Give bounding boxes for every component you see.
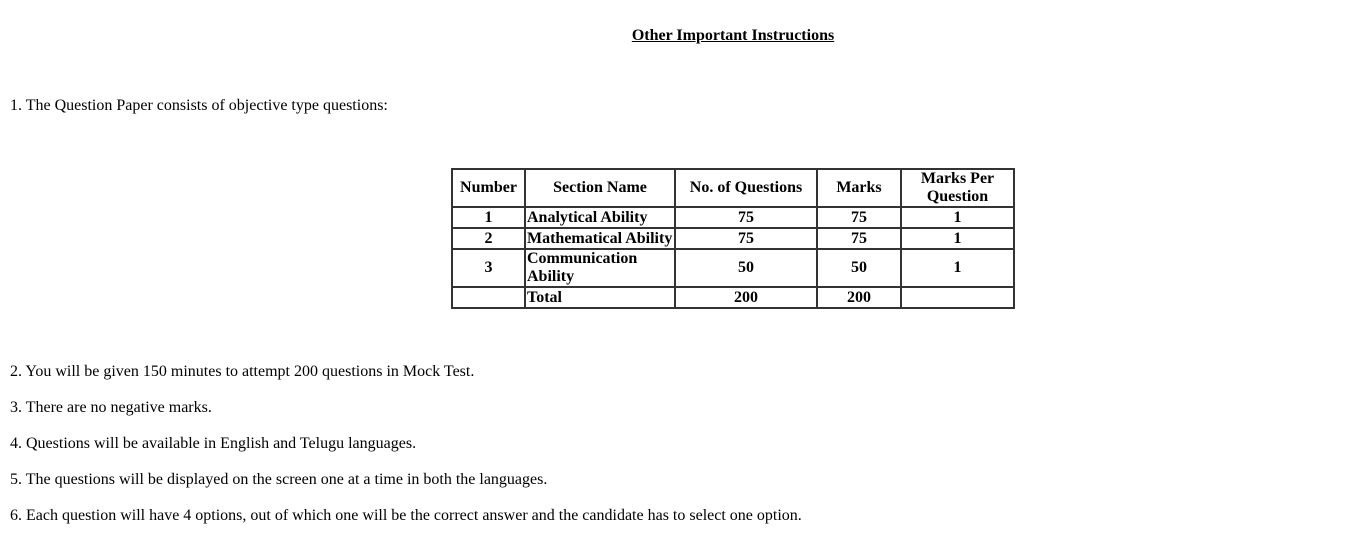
cell-marks: 200 [816,286,902,309]
table-row: 1 Analytical Ability 75 75 1 [451,206,1015,229]
header-marks: Marks [816,168,902,208]
cell-questions: 75 [674,227,818,250]
instruction-2: 2. You will be given 150 minutes to atte… [10,363,475,380]
cell-number [451,286,526,309]
cell-number: 1 [451,206,526,229]
cell-questions: 50 [674,248,818,288]
cell-number: 2 [451,227,526,250]
cell-marks: 75 [816,206,902,229]
cell-marks-per-question [900,286,1015,309]
instruction-6: 6. Each question will have 4 options, ou… [10,507,802,524]
cell-marks-per-question: 1 [900,227,1015,250]
cell-section-name: Communication Ability [524,248,676,288]
header-marks-per-question: Marks Per Question [900,168,1015,208]
cell-questions: 75 [674,206,818,229]
cell-marks-per-question: 1 [900,248,1015,288]
cell-number: 3 [451,248,526,288]
cell-marks-per-question: 1 [900,206,1015,229]
header-no-of-questions: No. of Questions [674,168,818,208]
table-total-row: Total 200 200 [451,286,1015,309]
header-number: Number [451,168,526,208]
cell-section-name: Total [524,286,676,309]
cell-section-name: Analytical Ability [524,206,676,229]
header-section-name: Section Name [524,168,676,208]
instruction-4: 4. Questions will be available in Englis… [10,435,417,452]
sections-table: Number Section Name No. of Questions Mar… [451,168,1015,309]
cell-marks: 75 [816,227,902,250]
page-title: Other Important Instructions [631,27,835,44]
instruction-intro: 1. The Question Paper consists of object… [10,97,388,114]
instruction-3: 3. There are no negative marks. [10,399,212,416]
table-header-row: Number Section Name No. of Questions Mar… [451,168,1015,208]
cell-section-name: Mathematical Ability [524,227,676,250]
cell-marks: 50 [816,248,902,288]
table-row: 3 Communication Ability 50 50 1 [451,248,1015,288]
instruction-5: 5. The questions will be displayed on th… [10,471,548,488]
cell-questions: 200 [674,286,818,309]
table-row: 2 Mathematical Ability 75 75 1 [451,227,1015,250]
